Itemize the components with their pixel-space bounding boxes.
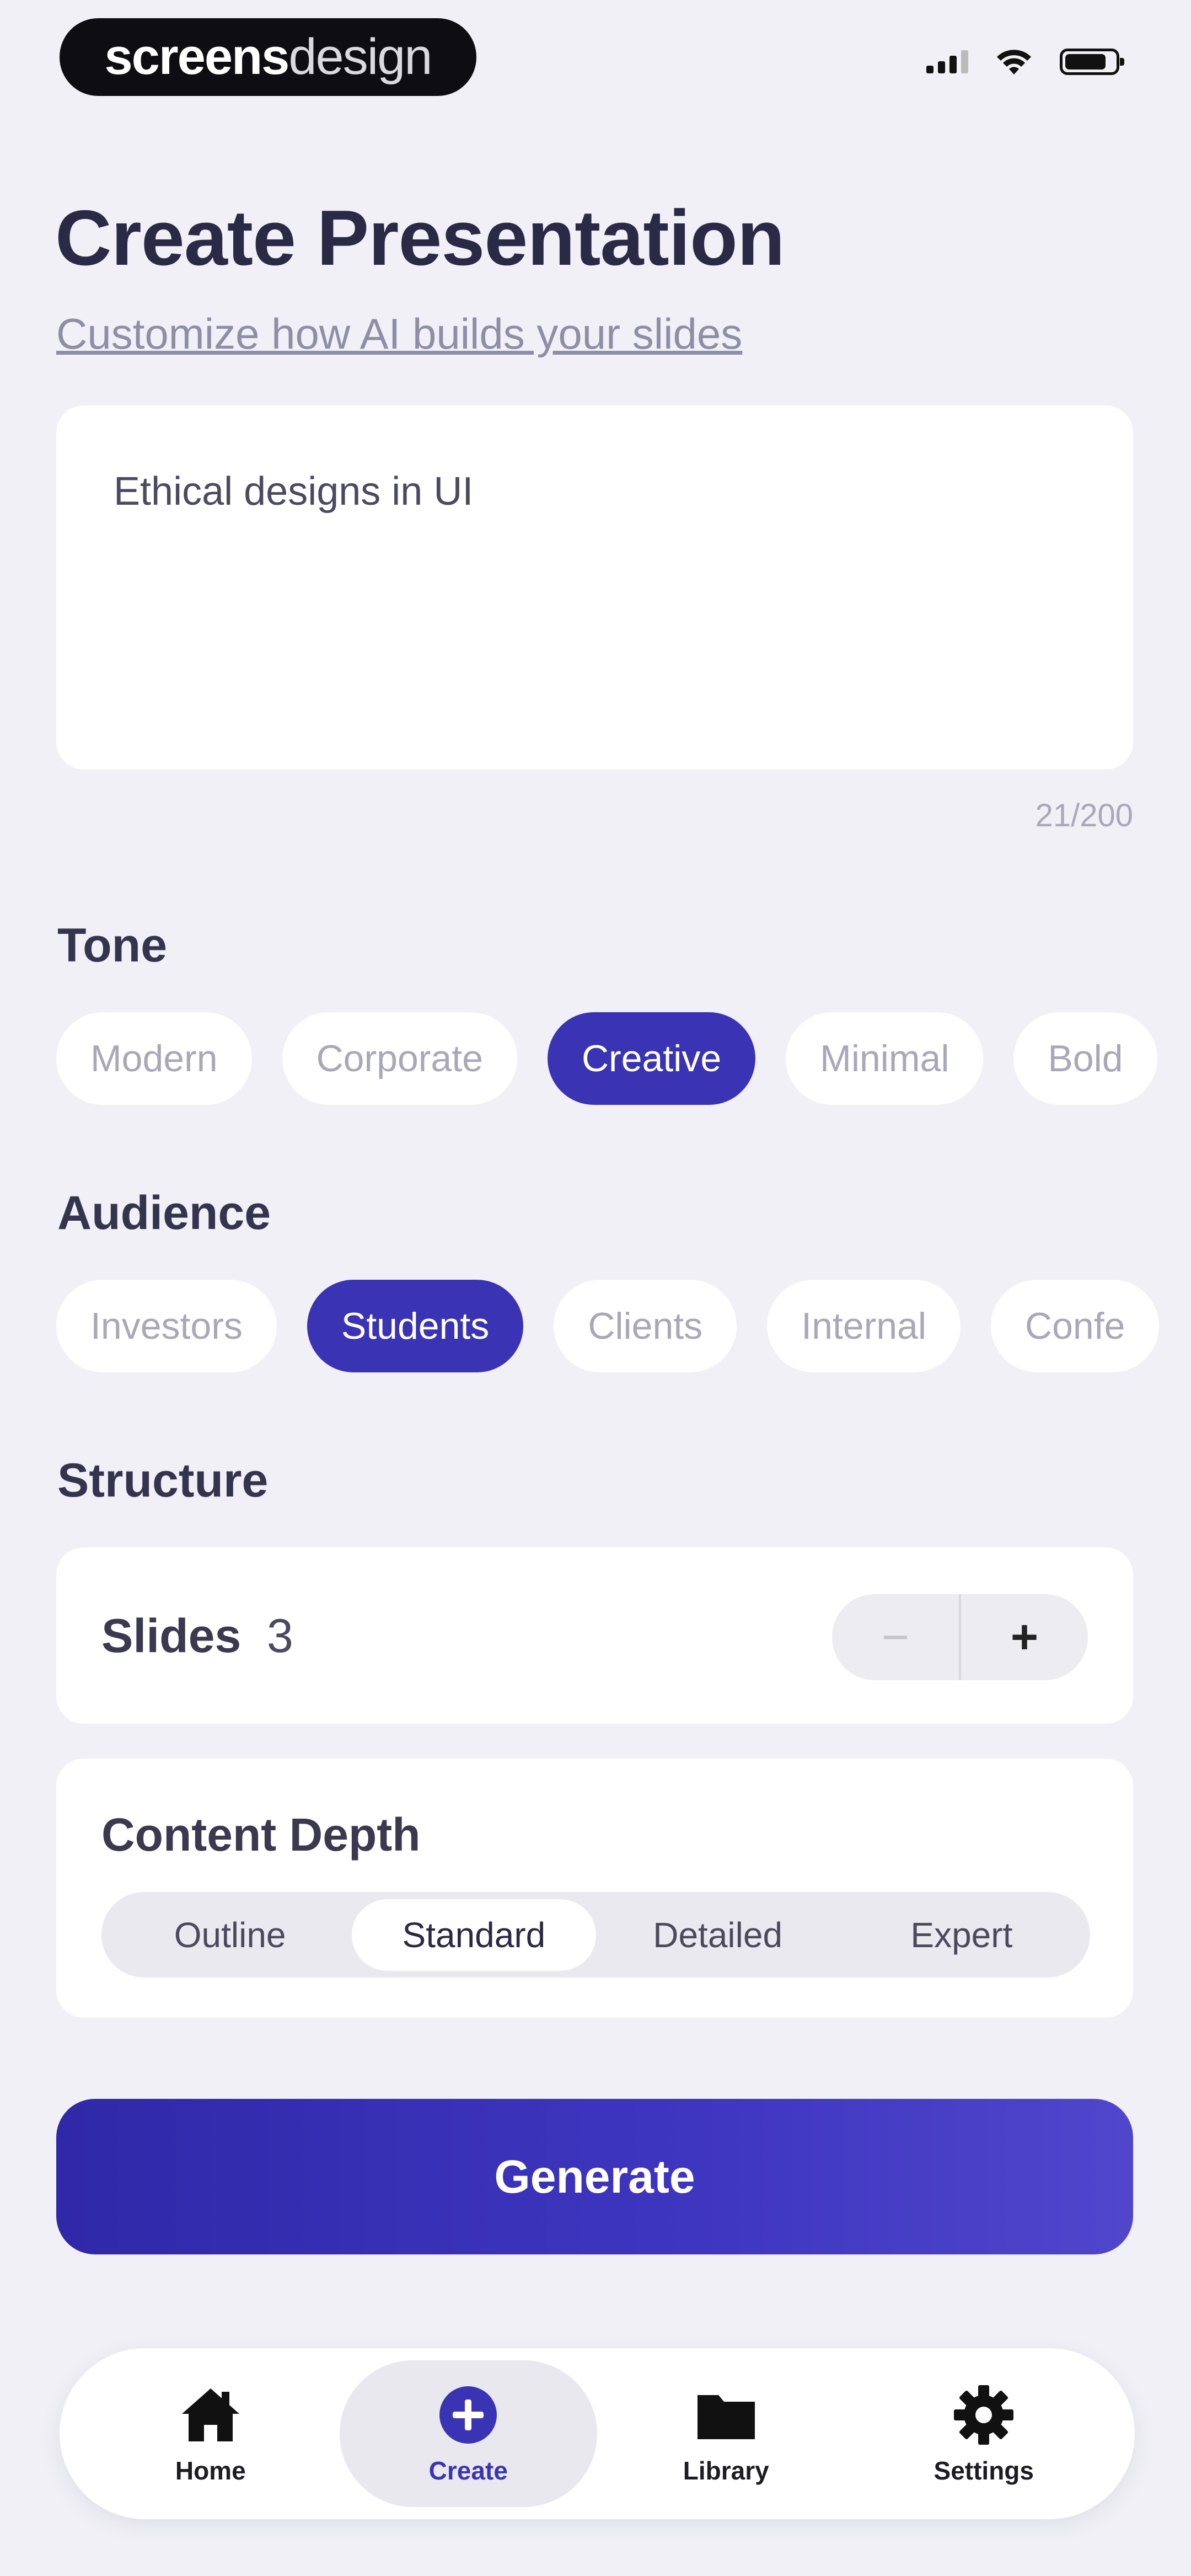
character-counter: 21/200 <box>1035 798 1133 833</box>
slides-count: 3 <box>267 1610 293 1663</box>
tone-chip-bold[interactable]: Bold <box>1013 1012 1157 1105</box>
tone-chip-corporate[interactable]: Corporate <box>282 1012 517 1105</box>
slides-stepper: − + <box>832 1594 1088 1680</box>
screensdesign-watermark: screens design <box>60 18 476 96</box>
increment-button[interactable]: + <box>961 1594 1088 1680</box>
tab-home-label: Home <box>175 2456 246 2485</box>
prompt-text: Ethical designs in UI <box>114 469 474 514</box>
depth-option-standard[interactable]: Standard <box>352 1899 596 1971</box>
depth-option-detailed[interactable]: Detailed <box>596 1899 840 1971</box>
tab-create-label: Create <box>428 2456 508 2485</box>
tab-settings-label: Settings <box>934 2456 1034 2485</box>
tone-label: Tone <box>57 919 168 972</box>
watermark-bold: screens <box>104 29 290 85</box>
slides-card: Slides 3 − + <box>56 1547 1133 1724</box>
audience-chip-investors[interactable]: Investors <box>56 1280 277 1372</box>
tab-library[interactable]: Library <box>597 2360 855 2507</box>
content-depth-segmented-control: Outline Standard Detailed Expert <box>101 1892 1090 1978</box>
wifi-icon <box>997 50 1031 74</box>
prompt-input[interactable]: Ethical designs in UI <box>56 405 1133 769</box>
tone-chip-creative[interactable]: Creative <box>547 1012 756 1105</box>
bottom-tab-bar: Home Create Library Settings <box>60 2348 1135 2519</box>
gear-icon <box>954 2385 1014 2445</box>
tone-chip-minimal[interactable]: Minimal <box>786 1012 984 1105</box>
page-title: Create Presentation <box>55 194 785 282</box>
tab-home[interactable]: Home <box>82 2360 340 2507</box>
folder-icon <box>697 2395 755 2439</box>
tab-settings[interactable]: Settings <box>855 2360 1113 2507</box>
audience-chip-clients[interactable]: Clients <box>554 1280 737 1372</box>
decrement-button[interactable]: − <box>832 1594 961 1680</box>
audience-chip-students[interactable]: Students <box>307 1280 524 1372</box>
battery-icon <box>1060 49 1124 75</box>
status-bar <box>926 47 1124 77</box>
audience-label: Audience <box>57 1187 271 1239</box>
generate-button[interactable]: Generate <box>56 2099 1133 2254</box>
depth-option-outline[interactable]: Outline <box>108 1899 352 1971</box>
tone-chip-modern[interactable]: Modern <box>56 1012 252 1105</box>
tab-library-label: Library <box>683 2456 769 2485</box>
page-subtitle: Customize how AI builds your slides <box>56 309 743 358</box>
content-depth-card: Content Depth Outline Standard Detailed … <box>56 1759 1133 2018</box>
tab-create[interactable]: Create <box>339 2360 597 2507</box>
audience-chip-internal[interactable]: Internal <box>767 1280 961 1372</box>
content-depth-label: Content Depth <box>101 1809 421 1861</box>
structure-label: Structure <box>57 1454 269 1507</box>
slides-label: Slides <box>101 1610 242 1663</box>
plus-circle-icon <box>439 2386 497 2444</box>
watermark-thin: design <box>288 29 432 85</box>
home-icon <box>181 2388 239 2441</box>
audience-chips: Investors Students Clients Internal Conf… <box>56 1280 1160 1372</box>
audience-chip-conference[interactable]: Confe <box>990 1280 1160 1372</box>
cellular-signal-icon <box>926 50 968 73</box>
tone-chips: Modern Corporate Creative Minimal Bold <box>56 1012 1157 1105</box>
depth-option-expert[interactable]: Expert <box>840 1899 1083 1971</box>
